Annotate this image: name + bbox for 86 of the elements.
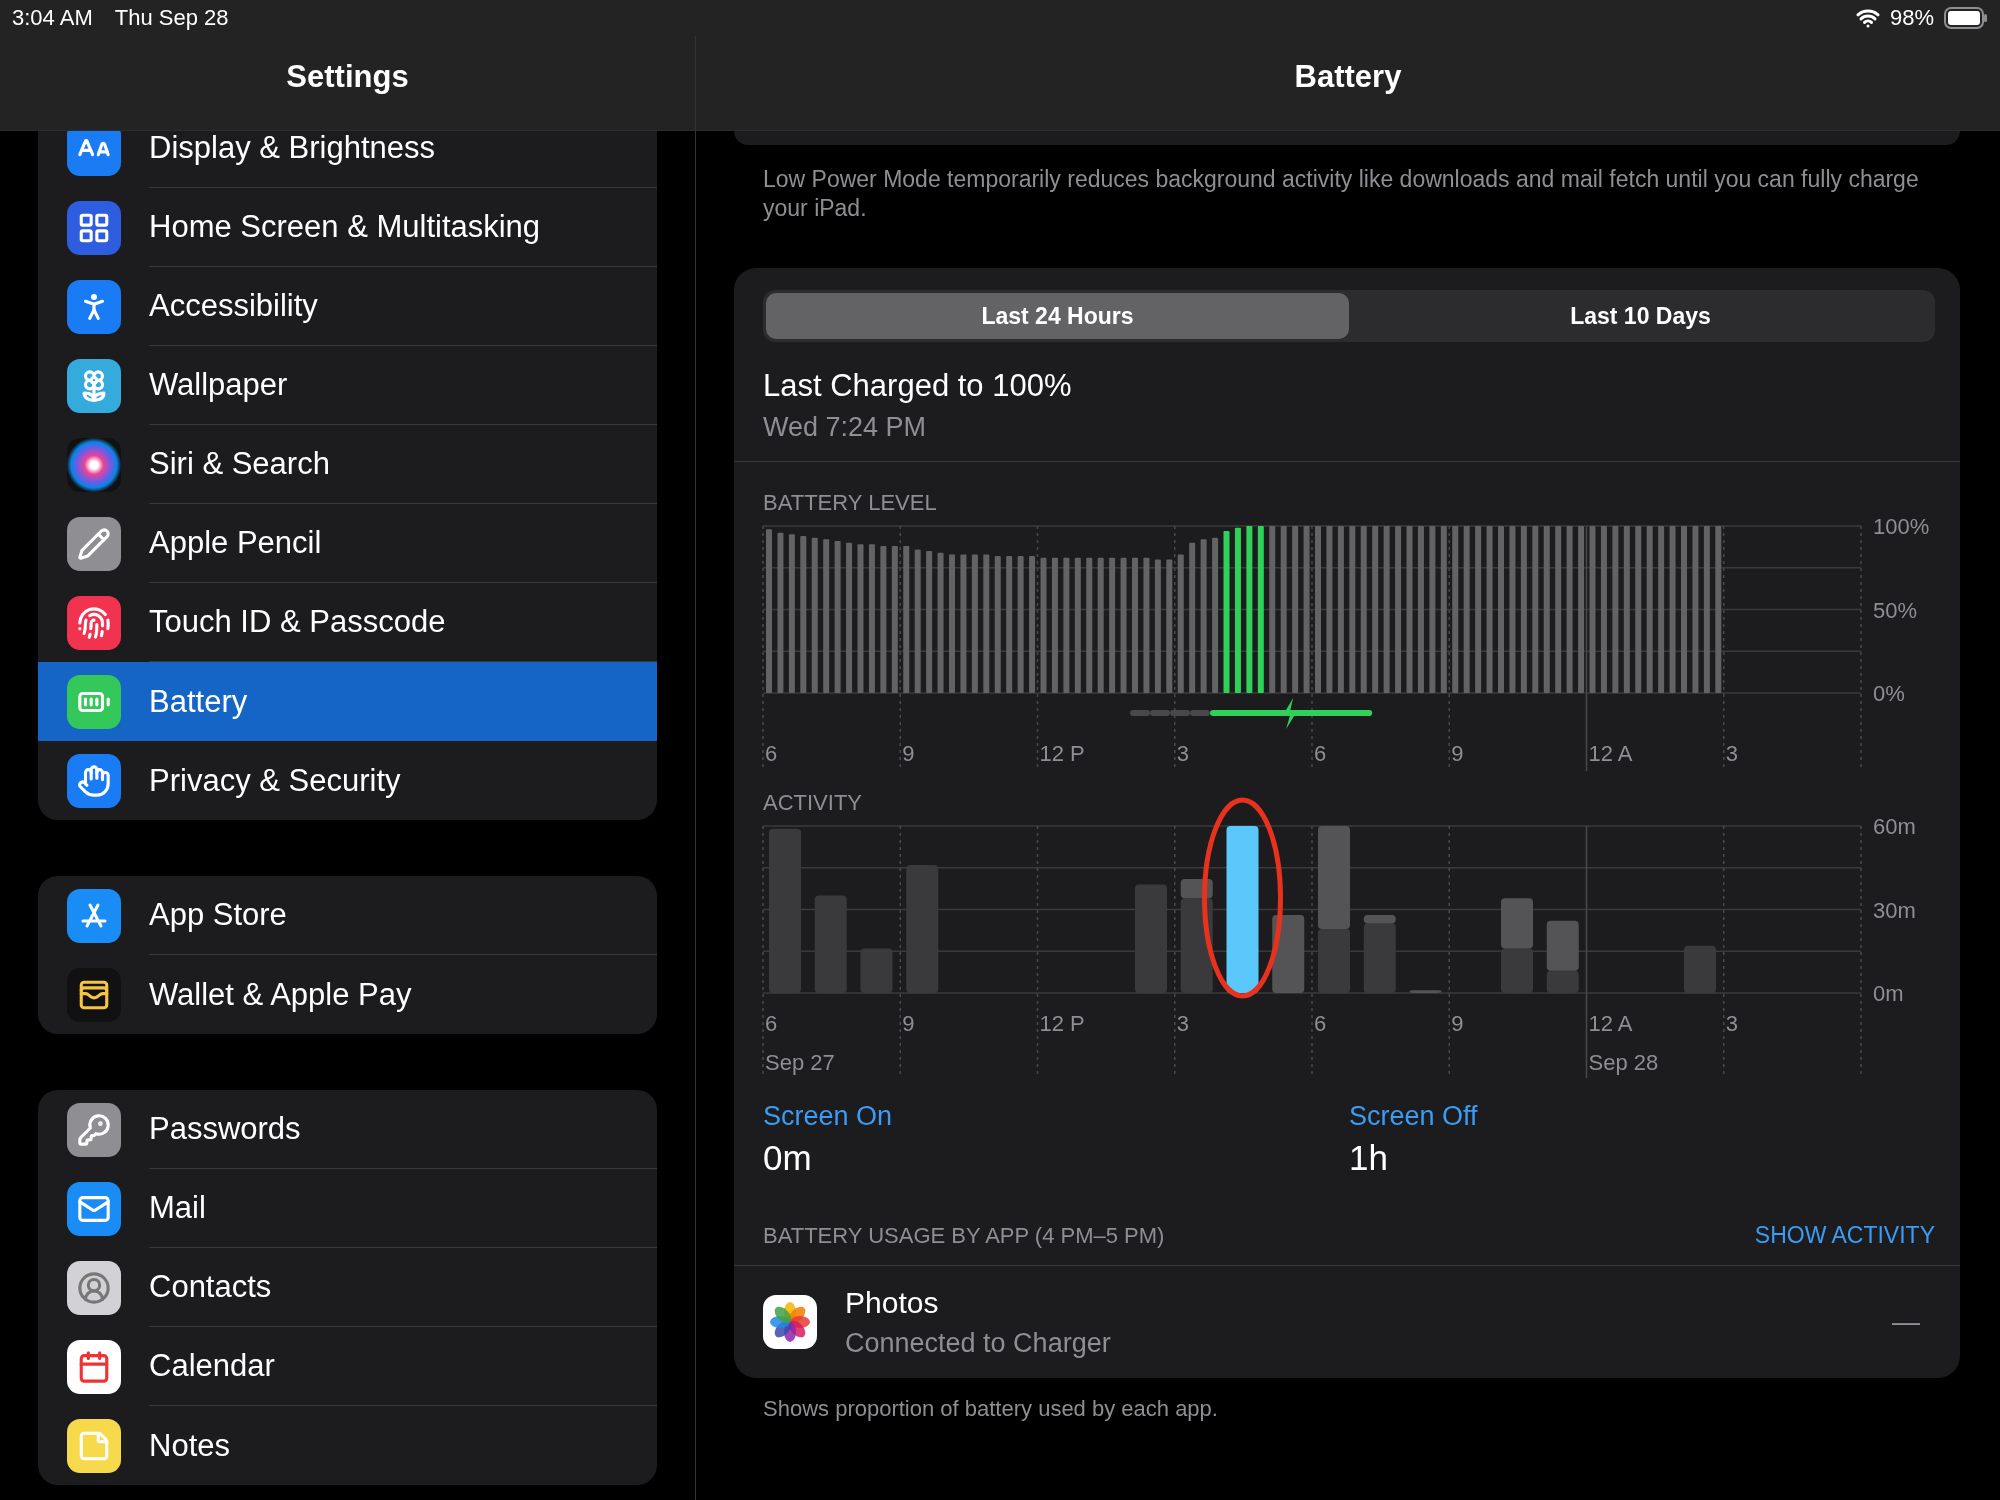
app-grid-icon bbox=[67, 200, 121, 255]
sidebar-item[interactable]: Accessibility bbox=[38, 267, 657, 346]
segment-tab[interactable]: Last 10 Days bbox=[1349, 293, 1932, 339]
sidebar-item[interactable]: Battery bbox=[38, 662, 657, 741]
sidebar-item[interactable]: Notes bbox=[38, 1406, 657, 1485]
axis-label: 3 bbox=[1725, 1011, 1738, 1036]
axis-label: 3 bbox=[1725, 741, 1738, 766]
activity-bar[interactable] bbox=[1363, 915, 1396, 924]
axis-label: 12 P bbox=[1039, 741, 1085, 766]
selected-activity-bar[interactable] bbox=[1226, 826, 1259, 993]
axis-label: 9 bbox=[902, 741, 915, 766]
app-store-icon bbox=[67, 888, 121, 943]
axis-label: 30m bbox=[1873, 897, 1916, 923]
section-label: BATTERY USAGE BY APP (4 PM–5 PM) bbox=[763, 1222, 1165, 1249]
sidebar-item[interactable]: Siri & Search bbox=[38, 425, 657, 504]
sidebar-item[interactable]: Wallpaper bbox=[38, 346, 657, 425]
activity-bar[interactable] bbox=[1409, 990, 1442, 993]
axis-label: 3 bbox=[1176, 1011, 1189, 1036]
hand-icon bbox=[67, 753, 121, 808]
stat-label: Screen On bbox=[763, 1101, 894, 1132]
axis-label: 6 bbox=[1314, 741, 1327, 766]
last-charged-title: Last Charged to 100% bbox=[763, 368, 1073, 404]
sidebar-item[interactable]: Wallet & Apple Pay bbox=[38, 955, 657, 1034]
sidebar-item[interactable]: Apple Pencil bbox=[38, 504, 657, 583]
footer-note: Shows proportion of battery used by each app. bbox=[763, 1396, 1219, 1422]
sidebar-item[interactable]: Passwords bbox=[38, 1090, 657, 1169]
activity-bar[interactable] bbox=[1546, 920, 1579, 971]
key-icon bbox=[67, 1102, 121, 1157]
sidebar-item[interactable]: Contacts bbox=[38, 1248, 657, 1327]
axis-label: 9 bbox=[902, 1011, 915, 1036]
axis-label: 6 bbox=[1314, 1011, 1327, 1036]
activity-bar[interactable] bbox=[1272, 915, 1305, 993]
activity-bar[interactable] bbox=[1546, 970, 1579, 993]
mail-icon bbox=[67, 1181, 121, 1236]
axis-label: 6 bbox=[765, 741, 778, 766]
battery-icon bbox=[67, 674, 121, 729]
last-charged-time: Wed 7:24 PM bbox=[763, 412, 928, 443]
axis-label: 0m bbox=[1873, 981, 1904, 1006]
fingerprint-icon bbox=[67, 595, 121, 650]
battery-percentage: 98% bbox=[1889, 5, 1934, 31]
show-activity-link[interactable]: SHOW ACTIVITY bbox=[1754, 1222, 1935, 1249]
axis-label: 9 bbox=[1451, 1011, 1464, 1036]
flower-icon bbox=[67, 358, 121, 413]
app-usage: — bbox=[1892, 1306, 1920, 1338]
axis-label: 3 bbox=[1176, 741, 1189, 766]
wallet-icon bbox=[67, 967, 121, 1022]
low-power-note: Low Power Mode temporarily reduces background activity like downloads and mail fetch until you can fully charge your iPad. bbox=[763, 165, 1920, 223]
axis-label: 60m bbox=[1873, 814, 1916, 839]
status-time: 3:04 AM bbox=[12, 5, 93, 31]
stat-value: 1h bbox=[1349, 1138, 1389, 1178]
section-label: BATTERY LEVEL bbox=[763, 490, 938, 516]
app-name: Photos bbox=[845, 1285, 940, 1320]
axis-label: 100% bbox=[1873, 514, 1930, 539]
sidebar-item[interactable]: Mail bbox=[38, 1169, 657, 1248]
section-label: ACTIVITY bbox=[763, 790, 863, 816]
axis-label: 12 P bbox=[1039, 1011, 1085, 1036]
photos-app-icon bbox=[763, 1295, 817, 1349]
axis-label: 0% bbox=[1873, 681, 1905, 706]
segment-tab[interactable]: Last 24 Hours bbox=[766, 293, 1349, 339]
pencil-icon bbox=[67, 516, 121, 571]
date-label: Sep 27 bbox=[765, 1050, 835, 1075]
text-size-icon bbox=[67, 131, 121, 176]
contact-icon bbox=[67, 1260, 121, 1315]
date-label: Sep 28 bbox=[1588, 1050, 1659, 1075]
sidebar-title: Settings bbox=[286, 59, 409, 95]
app-detail: Connected to Charger bbox=[845, 1327, 1112, 1359]
axis-label: 12 A bbox=[1588, 1011, 1633, 1036]
axis-label: 50% bbox=[1873, 597, 1918, 623]
sidebar-item[interactable]: Privacy & Security bbox=[38, 741, 657, 820]
stat-label: Screen Off bbox=[1349, 1101, 1479, 1132]
activity-bar[interactable] bbox=[1180, 898, 1213, 993]
notes-icon bbox=[67, 1418, 121, 1473]
axis-label: 9 bbox=[1451, 741, 1464, 766]
status-date: Thu Sep 28 bbox=[114, 5, 229, 31]
sidebar-item[interactable]: Home Screen & Multitasking bbox=[38, 188, 657, 267]
sidebar-item[interactable]: Calendar bbox=[38, 1327, 657, 1406]
axis-label: 12 A bbox=[1588, 741, 1633, 766]
calendar-icon bbox=[67, 1339, 121, 1394]
sidebar-item[interactable]: Display & Brightness bbox=[38, 131, 657, 188]
page-title: Battery bbox=[1294, 59, 1402, 95]
battery-status-icon bbox=[1944, 7, 1988, 29]
sidebar-item[interactable]: App Store bbox=[38, 876, 657, 955]
orb-icon bbox=[67, 437, 121, 492]
stat-value: 0m bbox=[763, 1138, 813, 1178]
axis-label: 6 bbox=[765, 1011, 778, 1036]
accessibility-icon bbox=[67, 279, 121, 334]
